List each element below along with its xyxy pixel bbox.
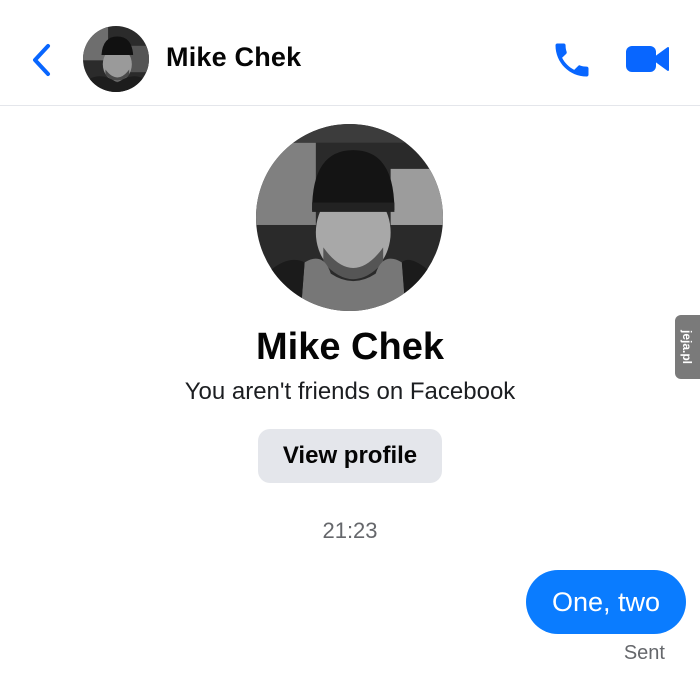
messenger-chat-screen: Mike Chek Mike Chek You aren't friends o… (0, 0, 700, 700)
header-contact-name[interactable]: Mike Chek (166, 42, 301, 73)
chat-header: Mike Chek (0, 0, 700, 106)
header-avatar[interactable] (83, 26, 149, 92)
message-timestamp: 21:23 (322, 518, 378, 543)
view-profile-button[interactable]: View profile (258, 429, 442, 483)
video-call-button[interactable] (624, 42, 670, 76)
outgoing-message-bubble[interactable]: One, two (526, 570, 686, 634)
watermark-tab: jeja.pl (675, 315, 700, 379)
friend-status-text: You aren't friends on Facebook (184, 378, 516, 405)
watermark-text: jeja.pl (680, 329, 694, 365)
back-button[interactable] (28, 40, 56, 80)
chevron-left-icon (33, 44, 50, 76)
audio-call-button[interactable] (550, 38, 594, 82)
profile-photo (256, 124, 443, 311)
profile-avatar[interactable] (256, 124, 443, 311)
message-status: Sent (623, 642, 665, 664)
avatar-photo (83, 26, 149, 92)
profile-name: Mike Chek (256, 326, 444, 368)
phone-icon (555, 43, 589, 77)
video-camera-icon (626, 46, 669, 72)
